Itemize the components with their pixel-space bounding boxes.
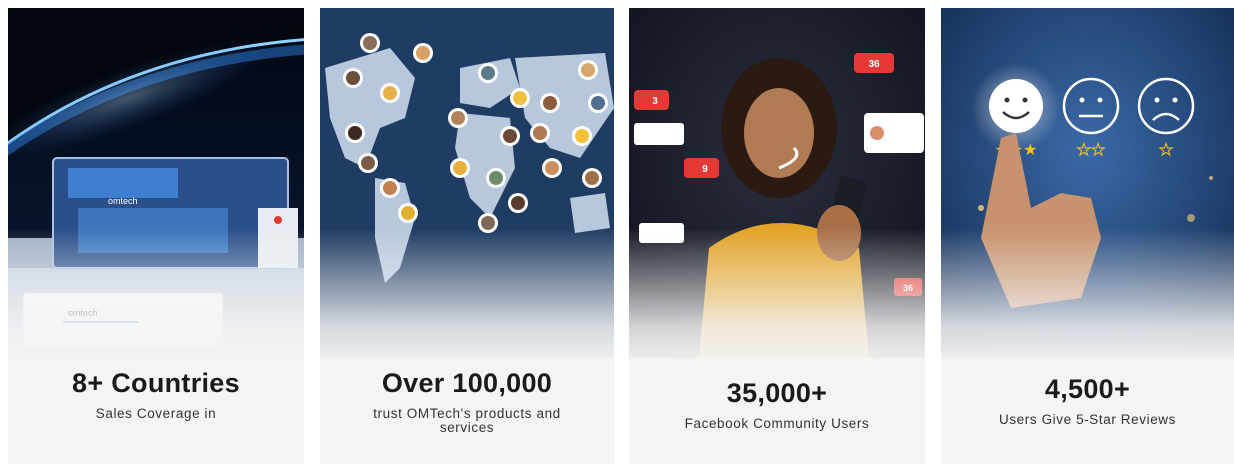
stat-headline: 4,500+ bbox=[1044, 374, 1131, 404]
stat-card-reviews: ★★★ ★★ ★ 4,500+ Users Give 5-Star bbox=[941, 8, 1234, 464]
stat-card-countries: omtech omtech 8+ Countries Sales Coverag… bbox=[8, 8, 304, 464]
stat-subtitle: Users Give 5-Star Reviews bbox=[998, 412, 1177, 428]
stat-text: 35,000+ Facebook Community Users bbox=[629, 368, 925, 431]
stat-card-facebook: 36 3 9 36 35,000+ bbox=[629, 8, 925, 464]
stat-headline: Over 100,000 bbox=[381, 368, 553, 398]
stat-subtitle: Sales Coverage in bbox=[95, 406, 217, 422]
stars-glyph: ★ bbox=[1159, 140, 1173, 159]
stat-card-users: Over 100,000 trust OMTech's products and… bbox=[320, 8, 614, 464]
stats-row: omtech omtech 8+ Countries Sales Coverag… bbox=[0, 0, 1234, 464]
stat-text: 8+ Countries Sales Coverage in bbox=[8, 368, 304, 421]
image-fade bbox=[941, 228, 1234, 368]
reaction-count: 9 bbox=[702, 164, 708, 175]
image-fade bbox=[8, 228, 304, 368]
stat-subtitle: Facebook Community Users bbox=[684, 416, 870, 432]
reaction-count: 3 bbox=[652, 96, 658, 107]
image-fade bbox=[629, 228, 925, 368]
stat-headline: 8+ Countries bbox=[72, 368, 240, 398]
image-fade bbox=[320, 228, 614, 368]
stat-text: Over 100,000 trust OMTech's products and… bbox=[320, 368, 614, 435]
stat-headline: 35,000+ bbox=[726, 378, 828, 408]
stat-subtitle: trust OMTech's products and services bbox=[373, 406, 561, 436]
machine-logo: omtech bbox=[108, 196, 138, 206]
stat-text: 4,500+ Users Give 5-Star Reviews bbox=[941, 368, 1234, 427]
reaction-count: 36 bbox=[868, 59, 880, 70]
stars-glyph: ★★ bbox=[1077, 140, 1106, 159]
